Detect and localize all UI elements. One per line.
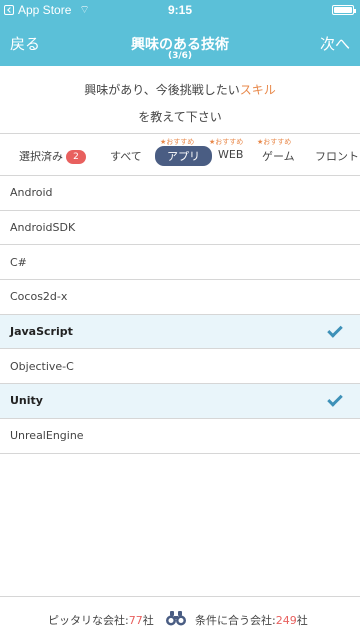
next-button[interactable]: 次へ xyxy=(320,33,350,54)
list-item-label: AndroidSDK xyxy=(10,221,76,235)
list-item-androidsdk[interactable]: AndroidSDK xyxy=(0,211,360,246)
step-indicator: (3/6) xyxy=(167,51,193,61)
perfect-match-count: ピッタリな会社:77社 xyxy=(48,612,154,628)
list-item-objective-c[interactable]: Objective-C xyxy=(0,349,360,385)
condition-match-suffix: 社 xyxy=(296,614,308,627)
tab-app[interactable]: アプリ xyxy=(155,146,212,166)
perfect-match-number: 77 xyxy=(128,614,143,627)
list-item-label: UnrealEngine xyxy=(10,429,84,443)
status-time: 9:15 xyxy=(167,3,193,17)
list-item-android[interactable]: Android xyxy=(0,176,360,211)
status-bar: App Store ⌔ 9:15 xyxy=(0,0,360,20)
list-item-javascript[interactable]: JavaScript xyxy=(0,314,360,350)
instruction-text-part: 興味があり、今後挑戦したい xyxy=(84,83,240,97)
match-summary-footer: ピッタリな会社:77社 条件に合う会社:249社 xyxy=(0,596,360,640)
condition-match-number: 249 xyxy=(275,614,297,627)
instruction-line1: 興味があり、今後挑戦したいスキル xyxy=(0,81,360,98)
list-item-unity[interactable]: Unity xyxy=(0,384,360,419)
selected-count-badge: 2 xyxy=(66,150,86,164)
list-item-label: Android xyxy=(10,186,53,200)
list-item-csharp[interactable]: C# xyxy=(0,245,360,281)
list-item-unrealengine[interactable]: UnrealEngine xyxy=(0,419,360,454)
navigation-bar: 戻る 興味のある技術 (3/6) 次へ xyxy=(0,20,360,66)
battery-icon xyxy=(332,5,356,15)
list-item-label: JavaScript xyxy=(10,325,73,339)
tab-game[interactable]: ゲーム xyxy=(262,148,295,164)
list-item-label: Cocos2d-x xyxy=(10,290,68,304)
perfect-match-suffix: 社 xyxy=(142,614,154,627)
check-icon xyxy=(327,391,343,407)
condition-match-count: 条件に合う会社:249社 xyxy=(195,612,308,628)
binoculars-icon xyxy=(166,611,186,626)
instruction-text: 興味があり、今後挑戦したいスキル を教えて下さい xyxy=(0,66,360,134)
tab-selected[interactable]: 選択済み 2 xyxy=(19,148,86,164)
tab-selected-label: 選択済み xyxy=(19,150,63,163)
instruction-line2: を教えて下さい xyxy=(138,110,222,124)
list-item-label: Unity xyxy=(10,394,43,408)
skill-list: Android AndroidSDK C# Cocos2d-x JavaScri… xyxy=(0,176,360,454)
check-icon xyxy=(327,321,343,338)
tab-all[interactable]: すべて xyxy=(110,148,142,164)
instruction-accent: スキル xyxy=(239,83,276,97)
recommend-label-web: ★おすすめ xyxy=(209,138,244,146)
tab-web[interactable]: WEB xyxy=(218,148,243,161)
list-item-label: C# xyxy=(10,255,27,269)
recommend-label-game: ★おすすめ xyxy=(257,138,292,146)
perfect-match-label: ピッタリな会社: xyxy=(48,614,129,627)
list-item-cocos2d-x[interactable]: Cocos2d-x xyxy=(0,280,360,315)
condition-match-label: 条件に合う会社: xyxy=(195,614,276,627)
tab-front[interactable]: フロント xyxy=(315,148,359,164)
list-item-label: Objective-C xyxy=(10,359,74,373)
category-tabs: ★おすすめ ★おすすめ ★おすすめ 選択済み 2 すべて アプリ WEB ゲーム … xyxy=(0,134,360,176)
